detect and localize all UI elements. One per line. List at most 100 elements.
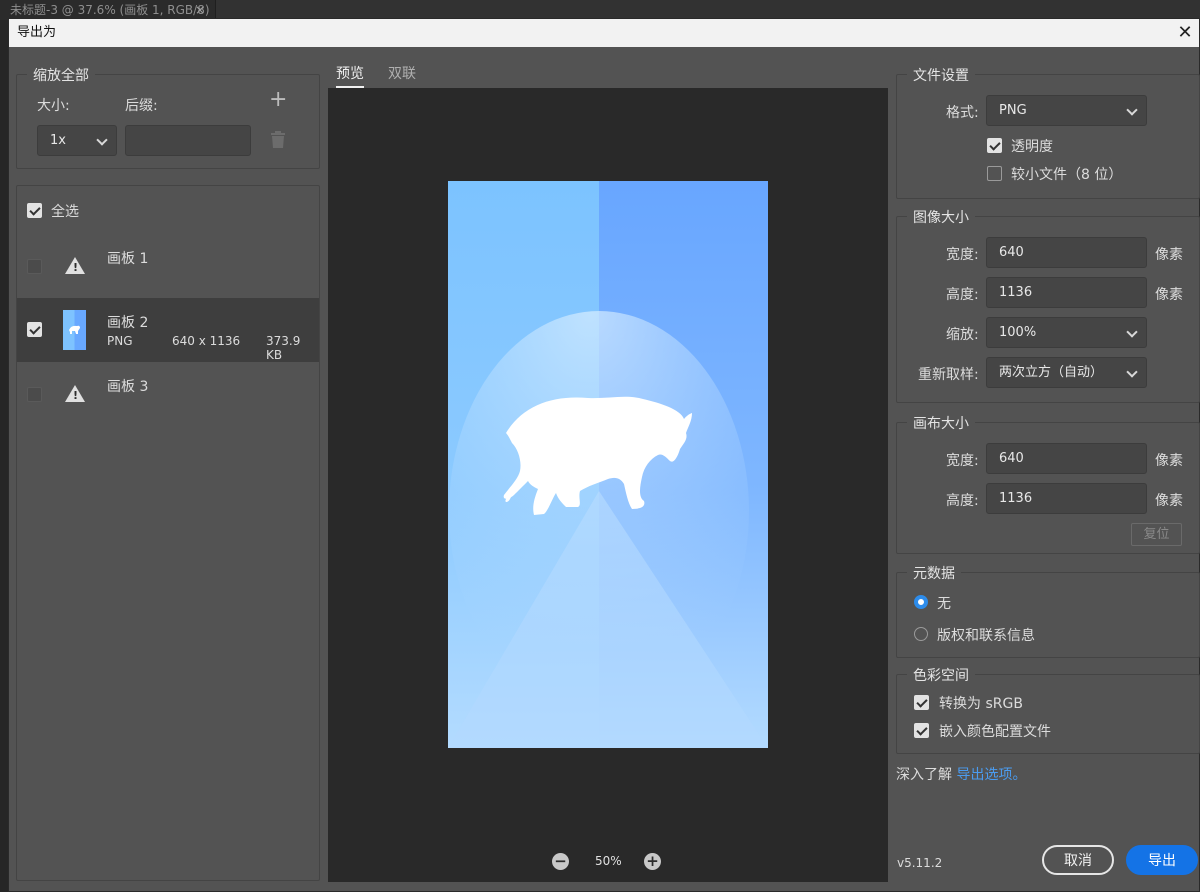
- canvas-width-unit: 像素: [1155, 453, 1183, 469]
- canvas-width-input[interactable]: 640: [986, 443, 1147, 474]
- size-label: 大小:: [37, 98, 70, 114]
- workspace-edge: [0, 20, 8, 892]
- image-width-value: 640: [999, 245, 1024, 260]
- scale-all-title: 缩放全部: [27, 65, 95, 85]
- color-space-section: 色彩空间 转换为 sRGB 嵌入颜色配置文件: [896, 665, 1200, 754]
- artboard-2-format: PNG: [107, 334, 133, 348]
- preview-canvas: − 50% +: [328, 88, 888, 882]
- document-tab[interactable]: 未标题-3 @ 37.6% (画板 1, RGB/8) ×: [0, 0, 216, 20]
- tab-bar-background: [216, 0, 1200, 20]
- metadata-none-label: 无: [937, 596, 951, 612]
- artboard-2-checkbox[interactable]: [27, 322, 42, 337]
- canvas-size-title: 画布大小: [907, 413, 975, 433]
- embed-profile-checkbox[interactable]: [914, 723, 929, 738]
- image-width-label: 宽度:: [946, 247, 979, 263]
- export-as-dialog: 导出为 ✕ 缩放全部 大小: 后缀: + 1x 全选 ! 画板 1 画板 2 P…: [8, 18, 1200, 892]
- image-size-section: 图像大小 宽度: 640 像素 高度: 1136 像素 缩放: 100% 重新取…: [896, 207, 1200, 403]
- zoom-in-icon[interactable]: +: [644, 853, 661, 870]
- smaller-file-checkbox[interactable]: [987, 166, 1002, 181]
- select-all-checkbox[interactable]: [27, 203, 42, 218]
- canvas-width-value: 640: [999, 451, 1024, 466]
- add-scale-icon[interactable]: +: [269, 87, 287, 112]
- format-label: 格式:: [946, 105, 979, 121]
- document-tab-close-icon[interactable]: ×: [195, 0, 205, 20]
- artboard-preview-image: [448, 181, 768, 748]
- resample-select-value: 两次立方（自动）: [999, 365, 1104, 380]
- image-width-unit: 像素: [1155, 247, 1183, 263]
- list-item-artboard-3[interactable]: ! 画板 3: [17, 362, 319, 426]
- artboard-2-file-size: 373.9 KB: [266, 334, 301, 362]
- transparency-label: 透明度: [1011, 139, 1053, 155]
- image-height-unit: 像素: [1155, 287, 1183, 303]
- learn-more: 深入了解 导出选项。: [896, 764, 1026, 784]
- dialog-close-icon[interactable]: ✕: [1173, 19, 1197, 47]
- image-height-value: 1136: [999, 285, 1033, 300]
- smaller-file-label: 较小文件（8 位）: [1011, 167, 1123, 183]
- artboard-illustration: [448, 181, 768, 748]
- metadata-none-radio[interactable]: [914, 595, 928, 609]
- cancel-button[interactable]: 取消: [1042, 845, 1114, 875]
- canvas-height-input[interactable]: 1136: [986, 483, 1147, 514]
- transparency-checkbox[interactable]: [987, 138, 1002, 153]
- chevron-down-icon: [1126, 104, 1138, 116]
- canvas-size-section: 画布大小 宽度: 640 像素 高度: 1136 像素 复位: [896, 413, 1200, 554]
- convert-srgb-label: 转换为 sRGB: [939, 696, 1023, 712]
- artboard-3-name: 画板 3: [107, 379, 149, 395]
- chevron-down-icon: [1126, 326, 1138, 338]
- dialog-title: 导出为: [17, 25, 57, 40]
- suffix-label: 后缀:: [125, 98, 158, 114]
- tab-preview[interactable]: 预览: [336, 63, 364, 83]
- image-height-label: 高度:: [946, 287, 979, 303]
- image-size-title: 图像大小: [907, 207, 975, 227]
- document-tab-title: 未标题-3 @ 37.6% (画板 1, RGB/8): [10, 3, 210, 17]
- metadata-section: 元数据 无 版权和联系信息: [896, 563, 1200, 658]
- artboard-1-name: 画板 1: [107, 251, 149, 267]
- format-select[interactable]: PNG: [986, 95, 1147, 126]
- zoom-level: 50%: [595, 854, 622, 868]
- scale-select-value: 100%: [999, 325, 1037, 340]
- export-options-link[interactable]: 导出选项。: [956, 767, 1026, 783]
- zoom-out-icon[interactable]: −: [552, 853, 569, 870]
- resample-select[interactable]: 两次立方（自动）: [986, 357, 1147, 388]
- scale-select[interactable]: 100%: [986, 317, 1147, 348]
- canvas-height-unit: 像素: [1155, 493, 1183, 509]
- size-select[interactable]: 1x: [37, 125, 117, 156]
- list-item-artboard-1[interactable]: ! 画板 1: [17, 234, 319, 298]
- trash-icon[interactable]: [270, 131, 286, 149]
- suffix-input[interactable]: [125, 125, 251, 156]
- scale-all-section: 缩放全部 大小: 后缀: + 1x: [16, 65, 320, 169]
- canvas-height-label: 高度:: [946, 493, 979, 509]
- learn-more-text: 深入了解: [896, 767, 952, 783]
- scale-label: 缩放:: [946, 327, 979, 343]
- image-width-input[interactable]: 640: [986, 237, 1147, 268]
- metadata-copyright-radio[interactable]: [914, 627, 928, 641]
- file-settings-title: 文件设置: [907, 65, 975, 85]
- version-label: v5.11.2: [897, 856, 943, 870]
- canvas-height-value: 1136: [999, 491, 1033, 506]
- export-button[interactable]: 导出: [1126, 845, 1198, 875]
- artboard-2-thumbnail: [63, 310, 86, 350]
- convert-srgb-checkbox[interactable]: [914, 695, 929, 710]
- canvas-width-label: 宽度:: [946, 453, 979, 469]
- size-select-value: 1x: [50, 133, 66, 148]
- metadata-title: 元数据: [907, 563, 961, 583]
- asset-list-panel: 全选 ! 画板 1 画板 2 PNG 640 x 1136 373.9 KB !…: [16, 185, 320, 881]
- color-space-title: 色彩空间: [907, 665, 975, 685]
- chevron-down-icon: [1126, 366, 1138, 378]
- artboard-2-name: 画板 2: [107, 315, 149, 331]
- artboard-2-dimensions: 640 x 1136: [172, 334, 241, 348]
- artboard-3-checkbox[interactable]: [27, 387, 42, 402]
- chevron-down-icon: [96, 134, 108, 146]
- metadata-copyright-label: 版权和联系信息: [937, 628, 1035, 644]
- artboard-1-checkbox[interactable]: [27, 259, 42, 274]
- resample-label: 重新取样:: [918, 367, 979, 383]
- format-select-value: PNG: [999, 103, 1027, 118]
- warning-icon: !: [65, 385, 85, 402]
- list-item-artboard-2[interactable]: 画板 2 PNG 640 x 1136 373.9 KB: [17, 298, 319, 362]
- embed-profile-label: 嵌入颜色配置文件: [939, 724, 1051, 740]
- file-settings-section: 文件设置 格式: PNG 透明度 较小文件（8 位）: [896, 65, 1200, 199]
- reset-button[interactable]: 复位: [1131, 523, 1182, 546]
- tab-2up[interactable]: 双联: [388, 63, 416, 83]
- warning-icon: !: [65, 257, 85, 274]
- image-height-input[interactable]: 1136: [986, 277, 1147, 308]
